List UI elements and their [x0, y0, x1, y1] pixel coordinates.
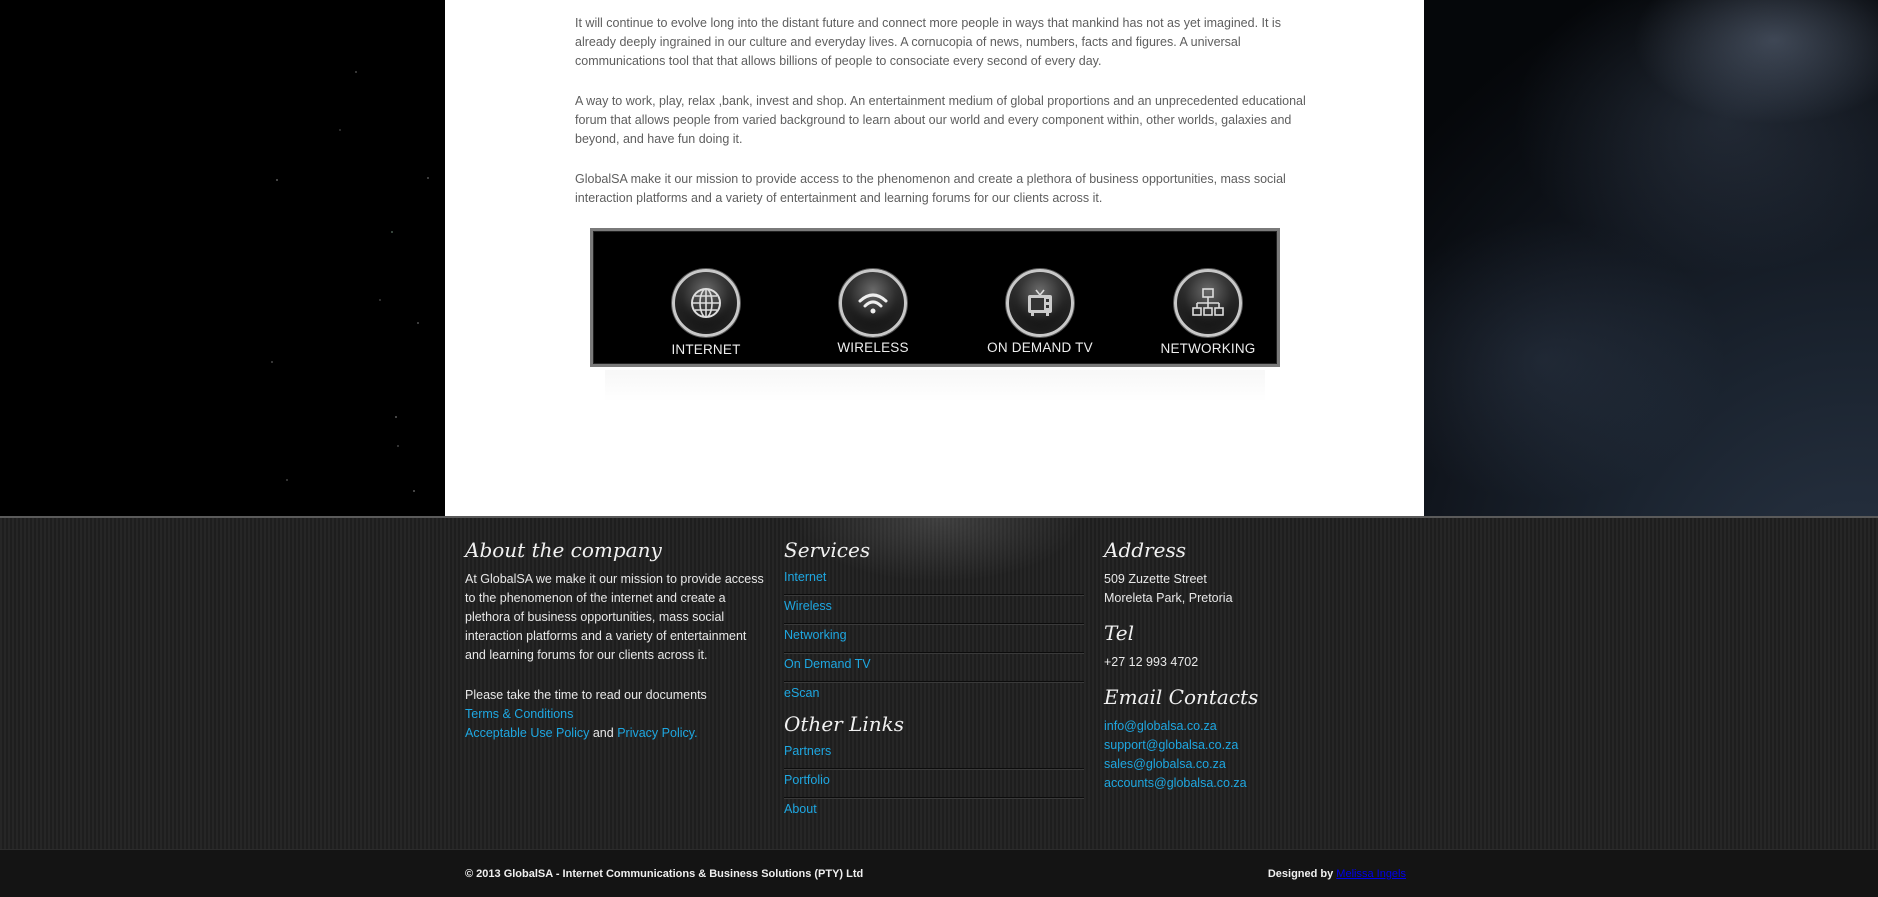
- network-icon: [1174, 269, 1242, 337]
- documents-intro: Please take the time to read our documen…: [465, 688, 707, 702]
- footer-about: About the company At GlobalSA we make it…: [465, 538, 765, 743]
- service-label: WIRELESS: [837, 340, 909, 355]
- service-internet[interactable]: INTERNET: [631, 269, 781, 357]
- designed-by: Designed by Melissa Ingels: [1268, 868, 1406, 880]
- address-line-1: 509 Zuzette Street: [1104, 572, 1207, 586]
- starfield-background-left: [0, 0, 445, 517]
- intro-paragraph-2: A way to work, play, relax ,bank, invest…: [575, 94, 1306, 146]
- footer-bottom-bar: © 2013 GlobalSA - Internet Communication…: [0, 849, 1878, 897]
- copyright-text: © 2013 GlobalSA - Internet Communication…: [465, 868, 864, 880]
- footer: About the company At GlobalSA we make it…: [0, 516, 1878, 849]
- other-links-heading: Other Links: [784, 712, 905, 736]
- intro-paragraph-3: GlobalSA make it our mission to provide …: [575, 172, 1286, 205]
- services-heading: Services: [784, 538, 871, 562]
- footer-link-wireless[interactable]: Wireless: [784, 595, 1084, 624]
- footer-link-about[interactable]: About: [784, 798, 1084, 827]
- service-label: NETWORKING: [1160, 341, 1256, 356]
- service-label: INTERNET: [671, 342, 741, 357]
- privacy-link[interactable]: Privacy Policy.: [617, 726, 697, 740]
- designed-by-label: Designed by: [1267, 868, 1334, 880]
- banner-reflection: [605, 370, 1265, 402]
- terms-link[interactable]: Terms & Conditions: [465, 707, 573, 721]
- aup-link[interactable]: Acceptable Use Policy: [465, 726, 589, 740]
- email-accounts-link[interactable]: accounts@globalsa.co.za: [1104, 776, 1247, 790]
- email-heading: Email Contacts: [1104, 685, 1259, 709]
- about-heading: About the company: [465, 538, 662, 562]
- and-text: and: [592, 726, 614, 740]
- footer-services: Services Internet Wireless Networking On…: [784, 538, 1084, 827]
- service-on-demand-tv[interactable]: ON DEMAND TV: [965, 269, 1115, 355]
- service-label: ON DEMAND TV: [987, 340, 1093, 355]
- tv-icon: [1006, 269, 1074, 337]
- footer-link-portfolio[interactable]: Portfolio: [784, 769, 1084, 798]
- services-banner: INTERNET WIRELESS ON DEMAND TV NETWORKIN…: [590, 228, 1280, 367]
- globe-icon: [672, 269, 740, 337]
- service-wireless[interactable]: WIRELESS: [798, 269, 948, 355]
- content-panel: It will continue to evolve long into the…: [445, 0, 1424, 517]
- footer-contact: Address 509 Zuzette Street Moreleta Park…: [1104, 538, 1404, 793]
- address-heading: Address: [1104, 538, 1186, 562]
- email-info-link[interactable]: info@globalsa.co.za: [1104, 719, 1217, 733]
- tel-heading: Tel: [1104, 621, 1135, 645]
- footer-link-escan[interactable]: eScan: [784, 682, 1084, 711]
- designer-link[interactable]: Melissa Ingels: [1336, 868, 1406, 880]
- service-networking[interactable]: NETWORKING: [1133, 269, 1283, 356]
- footer-link-networking[interactable]: Networking: [784, 624, 1084, 653]
- email-support-link[interactable]: support@globalsa.co.za: [1104, 738, 1238, 752]
- intro-paragraph-1: It will continue to evolve long into the…: [575, 16, 1281, 68]
- intro-text: It will continue to evolve long into the…: [575, 14, 1315, 229]
- tel-number: +27 12 993 4702: [1104, 655, 1199, 669]
- email-sales-link[interactable]: sales@globalsa.co.za: [1104, 757, 1226, 771]
- footer-link-internet[interactable]: Internet: [784, 566, 1084, 595]
- planet-background-right: [1424, 0, 1878, 517]
- about-text: At GlobalSA we make it our mission to pr…: [465, 572, 764, 662]
- wifi-icon: [839, 269, 907, 337]
- footer-link-on-demand-tv[interactable]: On Demand TV: [784, 653, 1084, 682]
- footer-link-partners[interactable]: Partners: [784, 740, 1084, 769]
- address-line-2: Moreleta Park, Pretoria: [1104, 591, 1233, 605]
